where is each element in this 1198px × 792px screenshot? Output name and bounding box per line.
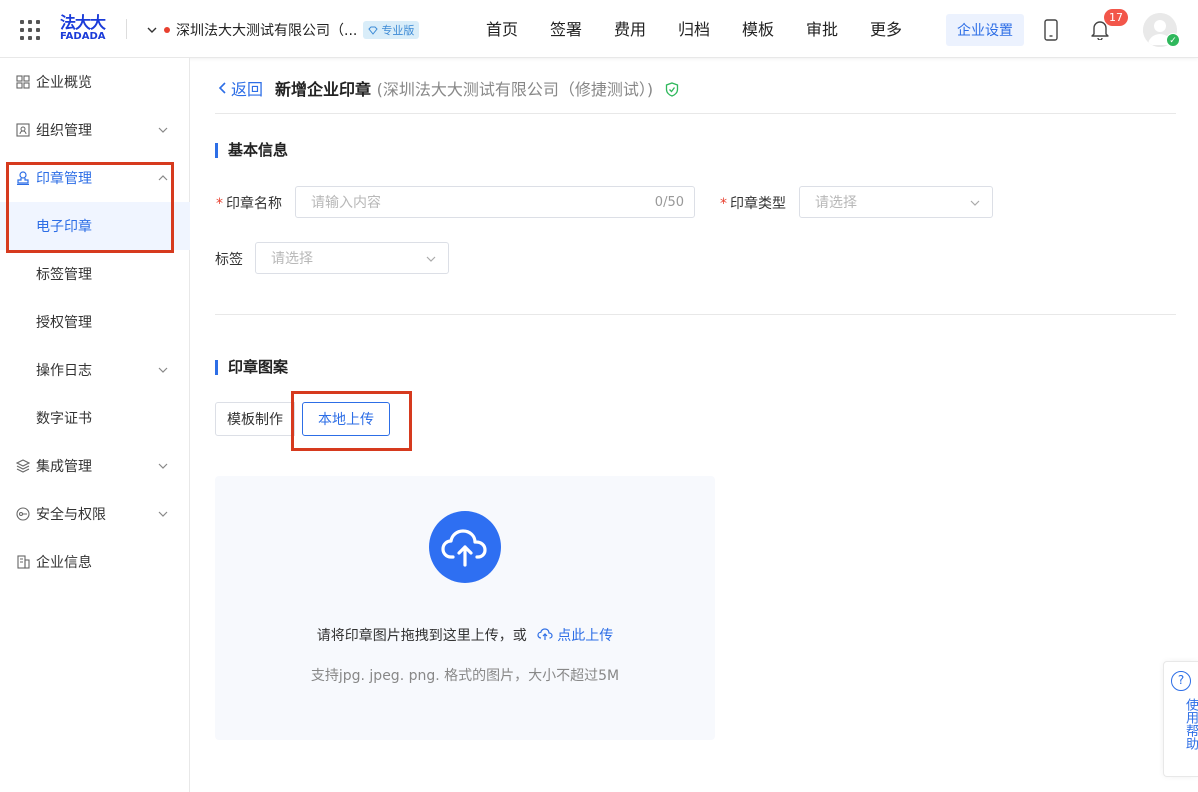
sidebar-item-integration[interactable]: 集成管理 [0,442,190,490]
security-icon [16,507,30,521]
back-link[interactable]: 返回 [217,76,263,100]
sidebar-item-security[interactable]: 安全与权限 [0,490,190,538]
mobile-icon[interactable] [1043,19,1059,41]
seal-name-label-text: 印章名称 [226,196,282,212]
seal-type-label-text: 印章类型 [730,196,786,212]
logo-text: 法大大 [60,13,106,32]
integration-icon [16,459,30,473]
sidebar-item-label: 授权管理 [36,315,92,331]
sidebar-item-company-info[interactable]: 企业信息 [0,538,190,586]
sidebar-item-authorization[interactable]: 授权管理 [0,298,190,346]
org-icon [16,123,30,137]
tag-placeholder: 请选择 [271,251,313,267]
company-name: 深圳法大大测试有限公司（... [176,23,358,39]
seal-name-input[interactable]: 请输入内容 0/50 [295,186,695,218]
top-bar: 法大大 FADADA 深圳法大大测试有限公司（... 专业版 首页 签署 费用 … [0,0,1198,58]
seal-type-select[interactable]: 请选择 [799,186,993,218]
main-nav: 首页 签署 费用 归档 模板 审批 更多 [470,18,918,42]
enterprise-settings-button[interactable]: 企业设置 [946,14,1024,46]
tag-select[interactable]: 请选择 [255,242,449,274]
notification-badge: 17 [1104,9,1128,26]
company-info-icon [17,555,30,569]
highlight-box-upload-tab [291,391,412,451]
back-label: 返回 [231,80,264,99]
sidebar-item-label: 数字证书 [36,411,92,427]
page-subtitle: (深圳法大大测试有限公司（修捷测试）) [376,80,654,99]
upload-cloud-icon [429,511,501,583]
sidebar-item-org[interactable]: 组织管理 [0,106,190,154]
sidebar-item-label: 标签管理 [36,267,92,283]
divider [215,314,1176,315]
sidebar-item-label: 操作日志 [36,363,92,379]
chevron-down-icon [426,256,436,262]
upload-text: 请将印章图片拖拽到这里上传，或 [316,628,527,644]
tab-template[interactable]: 模板制作 [215,402,295,436]
nav-approval[interactable]: 审批 [790,18,854,42]
seal-type-label: * 印章类型 [720,196,786,212]
chevron-down-icon [158,463,168,469]
sidebar-item-label: 集成管理 [36,459,92,475]
chevron-down-icon [147,27,157,33]
upload-hint: 支持jpg. jpeg. png. 格式的图片，大小不超过5M [310,668,620,684]
seal-name-label: * 印章名称 [216,196,282,212]
page-title: 新增企业印章 (深圳法大大测试有限公司（修捷测试）) [275,76,679,100]
edition-label: 专业版 [381,24,415,37]
chevron-down-icon [158,127,168,133]
header-divider [126,19,127,39]
highlight-box-sidebar [6,162,174,253]
nav-sign[interactable]: 签署 [534,18,598,42]
help-label: 使用帮助 [1183,698,1198,750]
seal-type-placeholder: 请选择 [815,195,857,211]
sidebar-item-tag-management[interactable]: 标签管理 [0,250,190,298]
tag-label: 标签 [215,252,243,268]
sidebar-item-label: 组织管理 [36,123,92,139]
cloud-upload-glyph [441,529,487,567]
edition-badge: 专业版 [363,21,420,39]
sidebar-item-overview[interactable]: 企业概览 [0,58,190,106]
divider [215,113,1176,114]
nav-more[interactable]: 更多 [854,18,918,42]
cloud-upload-small-icon [537,628,553,640]
nav-fees[interactable]: 费用 [598,18,662,42]
sidebar-item-label: 企业概览 [36,75,92,91]
status-dot [164,27,170,33]
page-title-text: 新增企业印章 [275,80,372,99]
shield-check-icon [665,82,678,97]
section-title-seal-pattern: 印章图案 [215,360,288,375]
nav-home[interactable]: 首页 [470,18,534,42]
click-to-upload-link[interactable]: 点此上传 [557,628,613,644]
char-count: 0/50 [654,194,684,210]
chevron-down-icon [158,511,168,517]
question-icon: ? [1171,671,1191,691]
upload-dropzone[interactable]: 请将印章图片拖拽到这里上传，或 点此上传 支持jpg. jpeg. png. 格… [215,476,715,740]
logo-subtext: FADADA [60,31,106,42]
chevron-down-icon [970,200,980,206]
diamond-icon [368,26,379,35]
app-grid-icon[interactable] [20,20,40,40]
sidebar-item-label: 安全与权限 [36,507,106,523]
fadada-logo[interactable]: 法大大 FADADA [60,15,112,43]
nav-archive[interactable]: 归档 [662,18,726,42]
company-switcher[interactable]: 深圳法大大测试有限公司（... 专业版 [146,19,420,41]
section-title-basic-info: 基本信息 [215,143,288,158]
sidebar-item-digital-cert[interactable]: 数字证书 [0,394,190,442]
overview-icon [16,75,30,89]
help-widget[interactable]: ? 使用帮助 [1163,661,1198,777]
chevron-down-icon [158,367,168,373]
upload-instruction: 请将印章图片拖拽到这里上传，或 点此上传 [215,625,715,645]
verified-check-icon: ✓ [1166,33,1180,47]
seal-name-placeholder: 请输入内容 [311,195,381,211]
nav-template[interactable]: 模板 [726,18,790,42]
sidebar-item-operation-log[interactable]: 操作日志 [0,346,190,394]
sidebar-item-label: 企业信息 [36,555,92,571]
chevron-left-icon [218,82,226,94]
